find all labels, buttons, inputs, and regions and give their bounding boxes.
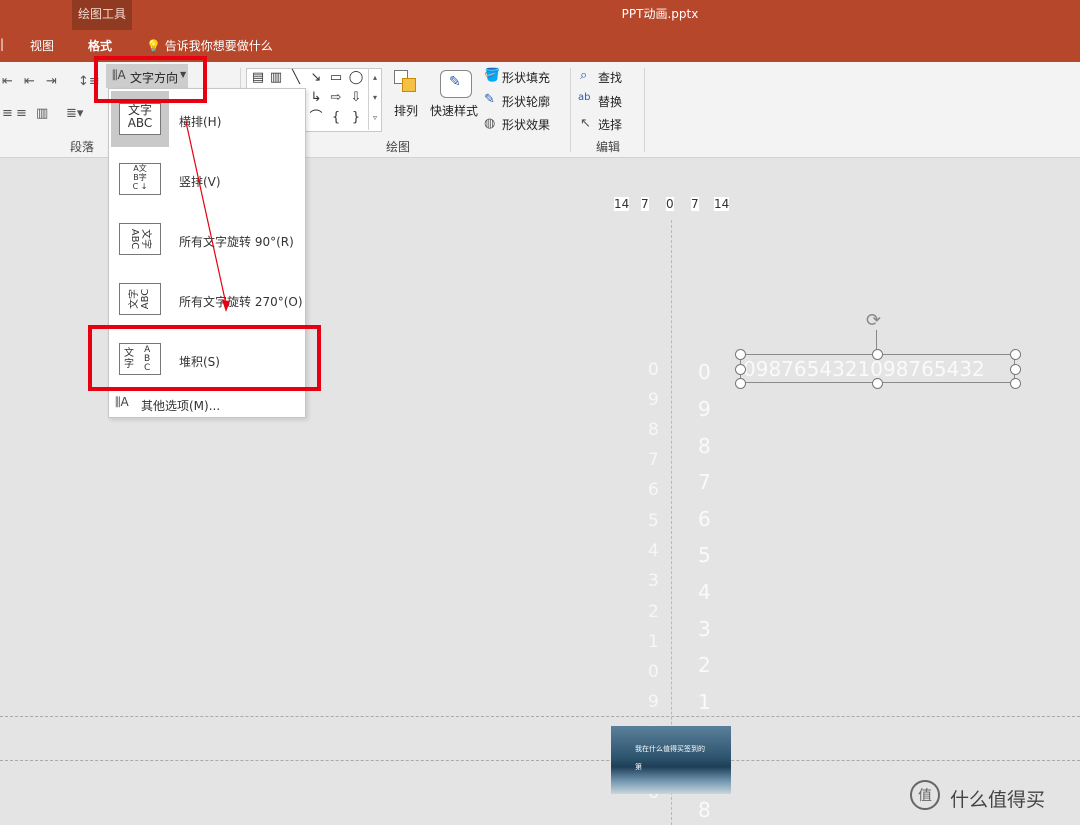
annotation-arrow — [185, 121, 230, 312]
watermark-logo-icon: 值 — [910, 780, 940, 810]
watermark-text: 什么值得买 — [950, 789, 1046, 811]
